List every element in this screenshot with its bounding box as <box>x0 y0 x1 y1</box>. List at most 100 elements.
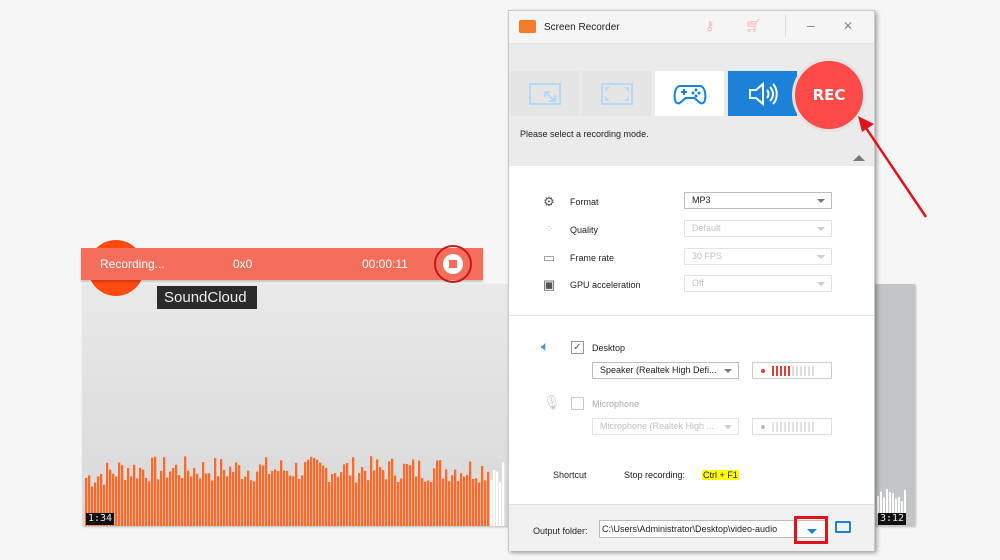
waveform-bar <box>883 497 885 514</box>
chevron-down-icon <box>807 529 817 534</box>
waveform-bar <box>157 479 160 526</box>
waveform-bar <box>892 493 894 514</box>
waveform-bar <box>886 488 888 514</box>
microphone-level-meter <box>752 418 832 435</box>
waveform-bar <box>187 470 190 526</box>
waveform-bar <box>220 459 223 526</box>
waveform-bar <box>412 459 415 526</box>
waveform-bar <box>397 481 400 526</box>
waveform-bar <box>334 473 337 526</box>
gpu-select[interactable]: Off <box>684 275 832 292</box>
waveform-bar <box>349 475 352 526</box>
format-value: MP3 <box>692 195 711 205</box>
chip-icon: ▣ <box>542 277 556 292</box>
waveform-bar <box>193 468 196 526</box>
level-bar <box>800 422 802 432</box>
region-icon <box>528 82 561 105</box>
gpu-value: Off <box>692 278 704 288</box>
frame-rate-icon: ▭ <box>542 250 556 265</box>
key-icon[interactable]: ⚷ <box>705 18 715 34</box>
waveform-bar <box>424 481 427 526</box>
level-bar <box>804 422 806 432</box>
recording-bar: Recording... 0x0 00:00:11 <box>81 248 483 280</box>
microphone-checkbox[interactable] <box>571 397 584 410</box>
folder-open-icon[interactable] <box>835 521 851 533</box>
desktop-checkbox[interactable]: ✓ <box>571 341 584 354</box>
level-bar <box>772 422 774 432</box>
waveform-bar <box>337 476 340 526</box>
mode-fullscreen[interactable] <box>582 71 651 116</box>
waveform-bar <box>181 478 184 526</box>
close-button[interactable]: ✕ <box>843 19 853 33</box>
waveform-bar <box>352 457 355 526</box>
waveform-bar <box>304 462 307 526</box>
mode-audio[interactable] <box>728 71 797 116</box>
waveform-bar <box>313 457 316 526</box>
waveform-bar <box>409 465 412 526</box>
waveform-bar <box>370 456 373 526</box>
waveform-bar <box>139 467 142 526</box>
frame-rate-value: 30 FPS <box>692 251 723 261</box>
waveform-bar <box>430 482 433 526</box>
mode-region[interactable] <box>510 71 579 116</box>
waveform-bar <box>229 466 232 526</box>
mode-game[interactable] <box>655 71 724 116</box>
stop-recording-button[interactable] <box>434 245 472 283</box>
waveform-bar <box>475 478 478 526</box>
waveform-bar <box>145 477 148 526</box>
waveform-bar <box>169 471 172 526</box>
waveform-bar <box>391 458 394 526</box>
waveform-bar <box>247 470 250 526</box>
waveform-bar <box>115 476 118 526</box>
shortcut-keys[interactable]: Ctrl + F1 <box>702 470 739 480</box>
chevron-down-icon <box>817 227 825 231</box>
waveform-bar <box>898 497 900 514</box>
waveform-bar <box>328 481 331 526</box>
waveform-bar <box>487 471 490 526</box>
waveform-bar <box>490 479 493 526</box>
waveform-bar <box>160 470 163 526</box>
speaker-icon <box>748 81 778 106</box>
waveform-bar <box>496 471 499 526</box>
level-bar <box>808 422 810 432</box>
title-separator <box>785 15 786 37</box>
cart-icon[interactable]: 🛒︎ <box>745 18 762 34</box>
waveform-bar <box>178 475 181 526</box>
stop-icon <box>443 254 463 274</box>
output-folder-dropdown-button[interactable] <box>794 516 828 544</box>
waveform-bar <box>196 473 199 526</box>
recording-timer: 00:00:11 <box>362 257 408 271</box>
gpu-row: ▣ GPU acceleration Off <box>509 275 874 295</box>
format-gear-icon: ⚙ <box>543 194 555 209</box>
frame-rate-label: Frame rate <box>570 253 615 263</box>
output-folder-input[interactable]: C:\Users\Administrator\Desktop\video-aud… <box>599 520 827 538</box>
waveform-bar <box>415 476 418 526</box>
waveform-bar <box>889 492 891 514</box>
waveform-bar <box>340 472 343 526</box>
microphone-device-select[interactable]: Microphone (Realtek High ... <box>592 418 739 435</box>
level-bar <box>804 366 806 376</box>
waveform-bar <box>244 476 247 526</box>
waveform-bar <box>346 462 349 526</box>
level-bar <box>776 422 778 432</box>
microphone-device-value: Microphone (Realtek High ... <box>600 421 715 431</box>
waveform-bar <box>379 466 382 526</box>
waveform[interactable] <box>85 456 505 526</box>
waveform-bar <box>262 465 265 526</box>
waveform-bar <box>226 476 229 526</box>
output-folder-label: Output folder: <box>533 526 588 536</box>
minimize-button[interactable]: – <box>807 17 815 33</box>
recording-status: Recording... <box>100 257 165 271</box>
waveform-bar <box>235 462 238 526</box>
waveform-bar <box>343 464 346 526</box>
level-bar <box>812 422 814 432</box>
quality-select[interactable]: Default <box>684 220 832 237</box>
waveform-bar <box>154 456 157 526</box>
waveform-bar <box>436 460 439 526</box>
format-select[interactable]: MP3 <box>684 192 832 209</box>
frame-rate-select[interactable]: 30 FPS <box>684 248 832 265</box>
level-bar <box>784 422 786 432</box>
waveform-bar <box>268 473 271 526</box>
waveform-bar <box>223 470 226 526</box>
desktop-device-select[interactable]: Speaker (Realtek High Defi... <box>592 362 739 379</box>
